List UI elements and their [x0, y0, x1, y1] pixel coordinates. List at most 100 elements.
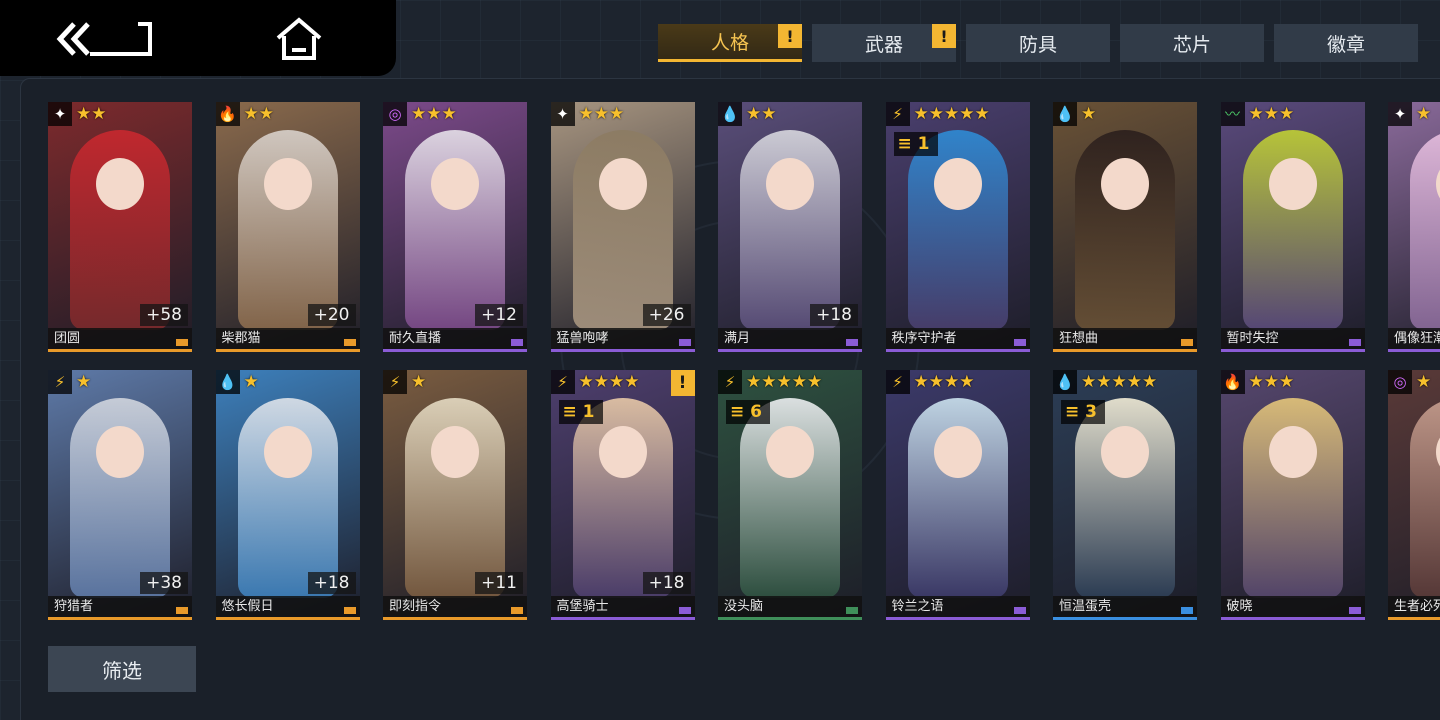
tab-label: 徽章 [1326, 33, 1365, 56]
rarity-tag [343, 607, 356, 614]
personality-card[interactable]: ✦ ★ 偶像狂潮 [1388, 102, 1440, 352]
character-face [263, 426, 312, 478]
personality-card[interactable]: ⚡ ★★★★★ ≡ 1 秩序守护者 [885, 102, 1030, 352]
personality-card[interactable]: 🔥 ★★★ 破晓 [1220, 370, 1365, 620]
grade-badge: ≡ 3 [1061, 400, 1105, 424]
star-rating: ★★★★★ [1081, 372, 1158, 392]
character-face [1268, 158, 1317, 210]
rarity-tag [1013, 339, 1026, 346]
level-badge: +12 [475, 304, 523, 326]
personality-card[interactable]: 〰 ★★★ 暂时失控 [1220, 102, 1365, 352]
character-face [933, 158, 982, 210]
personality-card[interactable]: ◎ ★★★ +12 耐久直播 [383, 102, 527, 352]
personality-card[interactable]: ⚡ ★★★★ ≡ 1 +18! 高堡骑士 [550, 370, 695, 620]
rarity-tag [1181, 339, 1193, 346]
card-name: 狩猎者 [48, 596, 192, 620]
character-face [431, 426, 479, 478]
tab-personality[interactable]: 人格 ! [658, 24, 802, 62]
personality-card-grid: ✦ ★★ +58 团圆 🔥 ★★ +20 柴郡猫 ◎ ★★★ +12 耐久直播 ✦ ★★★ +26 猛兽咆哮 💧… [48, 102, 1440, 624]
rarity-tag [343, 339, 356, 346]
filter-label: 筛选 [102, 658, 142, 683]
alert-badge: ! [778, 24, 802, 48]
level-badge: +58 [140, 304, 188, 326]
personality-card[interactable]: ◎ ★ 生者必死 [1388, 370, 1440, 620]
element-icon: 〰 [1220, 102, 1245, 126]
rarity-tag [678, 339, 691, 346]
star-rating: ★★★★★ [913, 104, 990, 124]
character-face [766, 426, 814, 478]
element-icon: 💧 [215, 370, 240, 394]
personality-card[interactable]: ✦ ★★ +58 团圆 [48, 102, 192, 352]
rarity-tag [846, 339, 858, 346]
star-rating: ★★ [243, 104, 274, 124]
tab-chip[interactable]: 芯片 [1120, 24, 1264, 62]
element-icon: ⚡ [550, 370, 575, 394]
card-name: 恒温蛋壳 [1053, 596, 1197, 620]
star-rating: ★★★★★ [746, 372, 823, 392]
rarity-tag [176, 339, 188, 346]
personality-card[interactable]: ⚡ ★★★★ 铃兰之语 [885, 370, 1030, 620]
personality-card[interactable]: 💧 ★ 狂想曲 [1053, 102, 1197, 352]
character-face [96, 426, 144, 478]
tab-label: 芯片 [1172, 33, 1211, 56]
tab-armor[interactable]: 防具 [966, 24, 1110, 62]
personality-card[interactable]: ⚡ ★ +11 即刻指令 [383, 370, 527, 620]
card-name: 悠长假日 [215, 596, 360, 620]
star-rating: ★ [411, 372, 427, 392]
home-button[interactable] [272, 14, 326, 64]
tab-weapon[interactable]: 武器 ! [812, 24, 956, 62]
personality-card[interactable]: ⚡ ★★★★★ ≡ 6 没头脑 [718, 370, 862, 620]
tab-label: 人格 [710, 32, 749, 54]
card-name: 高堡骑士 [550, 596, 695, 620]
top-nav-bar [0, 0, 396, 76]
grade-badge: ≡ 1 [893, 132, 938, 156]
level-badge: +11 [475, 572, 523, 594]
personality-card[interactable]: 🔥 ★★ +20 柴郡猫 [215, 102, 360, 352]
element-icon: ✦ [550, 102, 575, 126]
personality-card[interactable]: 💧 ★★★★★ ≡ 3 恒温蛋壳 [1053, 370, 1197, 620]
card-name: 即刻指令 [383, 596, 527, 620]
star-rating: ★★ [76, 104, 107, 124]
personality-card[interactable]: ⚡ ★ +38 狩猎者 [48, 370, 192, 620]
back-button[interactable] [54, 16, 158, 62]
character-face [933, 426, 982, 478]
star-rating: ★ [76, 372, 92, 392]
rarity-tag [511, 339, 523, 346]
card-artwork [1388, 370, 1440, 620]
grade-badge: ≡ 1 [558, 400, 603, 424]
card-name: 猛兽咆哮 [550, 328, 695, 352]
star-rating: ★ [1416, 104, 1432, 124]
character-face [598, 158, 647, 210]
card-name: 满月 [718, 328, 862, 352]
card-name: 破晓 [1220, 596, 1365, 620]
star-rating: ★★★ [1248, 104, 1295, 124]
tab-label: 防具 [1018, 33, 1057, 56]
level-badge: +18 [307, 572, 356, 594]
card-name: 团圆 [48, 328, 192, 352]
rarity-tag [511, 607, 523, 614]
rarity-tag [1348, 607, 1361, 614]
star-rating: ★ [1416, 372, 1432, 392]
star-rating: ★★★ [578, 104, 625, 124]
personality-card[interactable]: 💧 ★★ +18 满月 [718, 102, 862, 352]
tab-badge[interactable]: 徽章 [1274, 24, 1418, 62]
personality-card[interactable]: ✦ ★★★ +26 猛兽咆哮 [550, 102, 695, 352]
element-icon: ⚡ [718, 370, 742, 394]
personality-card[interactable]: 💧 ★ +18 悠长假日 [215, 370, 360, 620]
card-name: 秩序守护者 [885, 328, 1030, 352]
card-name: 没头脑 [718, 596, 862, 620]
rarity-tag [846, 607, 858, 614]
character-face [1101, 158, 1149, 210]
star-rating: ★ [243, 372, 259, 392]
character-face [96, 158, 144, 210]
card-artwork [1220, 370, 1365, 620]
alert-badge: ! [670, 370, 695, 396]
filter-button[interactable]: 筛选 [48, 646, 196, 692]
card-name: 铃兰之语 [885, 596, 1030, 620]
character-face [431, 158, 479, 210]
back-icon [56, 22, 152, 56]
rarity-tag [1181, 607, 1193, 614]
category-tabs: 人格 ! 武器 ! 防具 芯片 徽章 [658, 24, 1418, 62]
element-icon: ⚡ [885, 102, 910, 126]
star-rating: ★★★ [1248, 372, 1295, 392]
